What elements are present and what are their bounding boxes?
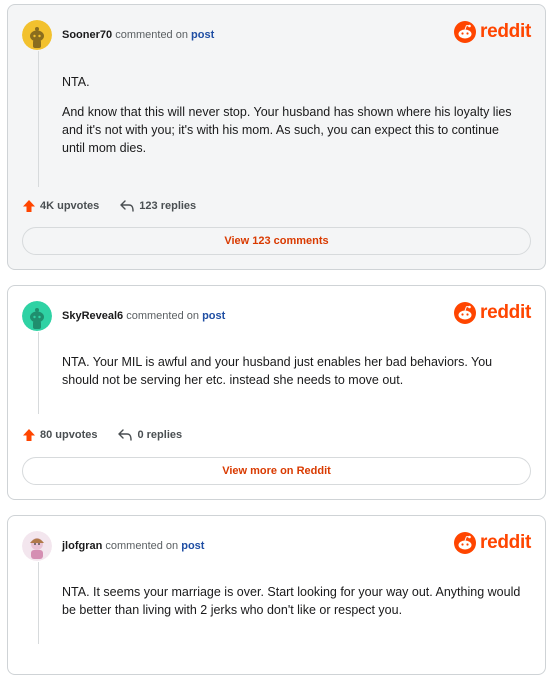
reddit-wordmark: reddit xyxy=(480,302,531,323)
reddit-logo[interactable]: reddit xyxy=(454,302,531,324)
replies-button[interactable]: 123 replies xyxy=(119,199,196,213)
post-link[interactable]: post xyxy=(181,540,204,552)
reddit-snoo-icon xyxy=(454,532,477,554)
comment-body: NTA. And know that this will never stop.… xyxy=(62,73,523,169)
avatar[interactable] xyxy=(22,301,52,331)
comment-paragraph: NTA. It seems your marriage is over. Sta… xyxy=(62,585,521,617)
reply-count: 0 replies xyxy=(137,429,183,441)
upvote-button[interactable]: 80 upvotes xyxy=(22,428,97,442)
snoo-avatar-icon xyxy=(22,301,52,331)
comment-card: SkyReveal6 commented on post reddit NTA.… xyxy=(7,285,546,500)
reply-count: 123 replies xyxy=(139,200,197,212)
view-comments-button[interactable]: View 123 comments xyxy=(22,227,531,255)
comment-actions: 4K upvotes 123 replies xyxy=(22,199,216,213)
thread-line xyxy=(38,332,39,414)
replies-button[interactable]: 0 replies xyxy=(117,428,182,442)
upvote-button[interactable]: 4K upvotes xyxy=(22,199,99,213)
reddit-logo[interactable]: reddit xyxy=(454,21,531,43)
comment-actions: 80 upvotes 0 replies xyxy=(22,428,202,442)
upvote-arrow-icon xyxy=(23,429,35,441)
comment-meta: SkyReveal6 commented on post xyxy=(62,310,225,322)
reply-icon xyxy=(120,200,134,212)
comment-paragraph: NTA. Your MIL is awful and your husband … xyxy=(62,355,493,387)
comment-card: jlofgran commented on post reddit NTA. I… xyxy=(7,515,546,675)
reddit-snoo-icon xyxy=(454,302,477,324)
username[interactable]: SkyReveal6 xyxy=(62,310,123,322)
user-avatar-icon xyxy=(22,531,52,561)
comment-body: NTA. Your MIL is awful and your husband … xyxy=(62,353,523,401)
reddit-wordmark: reddit xyxy=(480,532,531,553)
commented-on-text: commented on xyxy=(126,310,199,322)
view-more-button[interactable]: View more on Reddit xyxy=(22,457,531,485)
reddit-wordmark: reddit xyxy=(480,21,531,42)
comment-paragraph: And know that this will never stop. Your… xyxy=(62,105,512,155)
reddit-snoo-icon xyxy=(454,21,477,43)
username[interactable]: jlofgran xyxy=(62,540,102,552)
comment-card: Sooner70 commented on post reddit NTA. A… xyxy=(7,4,546,270)
comment-header: SkyReveal6 commented on post reddit xyxy=(22,300,531,332)
reddit-logo[interactable]: reddit xyxy=(454,532,531,554)
comment-body: NTA. It seems your marriage is over. Sta… xyxy=(62,583,523,631)
thread-line xyxy=(38,51,39,187)
avatar[interactable] xyxy=(22,20,52,50)
commented-on-text: commented on xyxy=(105,540,179,552)
upvote-count: 4K upvotes xyxy=(40,200,100,212)
reply-icon xyxy=(118,429,133,441)
thread-line xyxy=(38,562,39,644)
comment-meta: jlofgran commented on post xyxy=(62,540,204,552)
comment-meta: Sooner70 commented on post xyxy=(62,29,214,41)
post-link[interactable]: post xyxy=(191,29,214,41)
post-link[interactable]: post xyxy=(202,310,225,322)
snoo-avatar-icon xyxy=(22,20,52,50)
upvote-arrow-icon xyxy=(23,200,35,212)
comment-header: Sooner70 commented on post reddit xyxy=(22,19,531,51)
commented-on-text: commented on xyxy=(115,29,188,41)
comment-paragraph: NTA. xyxy=(62,75,90,89)
comment-header: jlofgran commented on post reddit xyxy=(22,530,531,562)
username[interactable]: Sooner70 xyxy=(62,29,112,41)
upvote-count: 80 upvotes xyxy=(40,429,98,441)
avatar[interactable] xyxy=(22,531,52,561)
